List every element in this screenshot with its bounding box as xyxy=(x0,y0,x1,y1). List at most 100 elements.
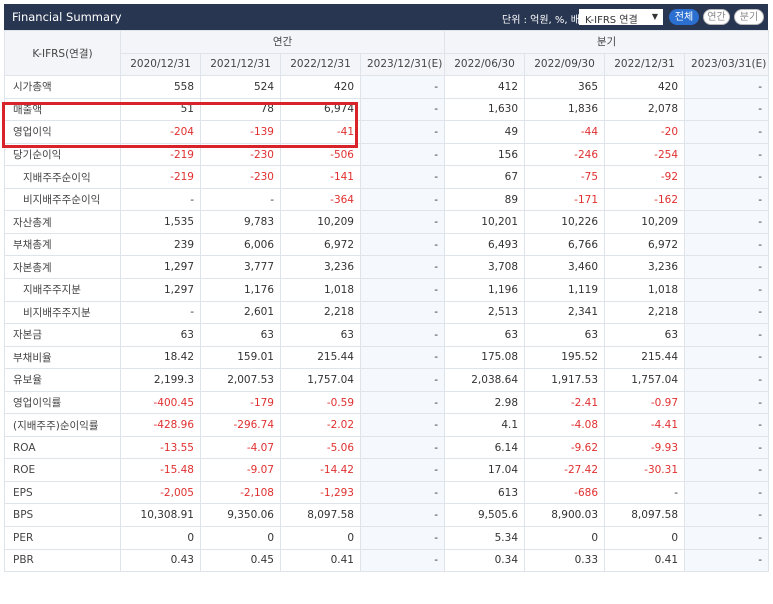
table-cell: 89 xyxy=(444,187,526,212)
panel-title: Financial Summary xyxy=(12,10,122,24)
table-cell: 2,199.3 xyxy=(120,368,201,392)
table-cell: - xyxy=(684,97,770,122)
annual-button[interactable]: 연간 xyxy=(703,9,730,25)
table-cell: -141 xyxy=(280,165,361,189)
table-cell: 195.52 xyxy=(524,345,606,370)
table-cell: 0 xyxy=(524,526,606,550)
table-cell: 8,097.58 xyxy=(604,503,686,528)
period-header: 2022/09/30 xyxy=(524,52,606,77)
table-cell: -179 xyxy=(200,390,281,415)
row-label: ROE xyxy=(4,458,121,482)
table-cell: 0.33 xyxy=(524,548,606,573)
table-cell: 2,078 xyxy=(604,97,686,122)
table-cell: -246 xyxy=(524,142,606,167)
table-cell: 1,297 xyxy=(120,255,201,280)
table-cell: -296.74 xyxy=(200,413,281,437)
table-cell: 10,308.91 xyxy=(120,503,201,528)
table-cell: -13.55 xyxy=(120,435,201,460)
table-cell: -230 xyxy=(200,165,281,189)
table-cell: - xyxy=(684,548,770,573)
quarter-button[interactable]: 분기 xyxy=(734,9,764,25)
financial-summary-table: K-IFRS(연결) 연간 분기 2020/12/31 2021/12/31 202… xyxy=(4,29,770,573)
all-button[interactable]: 전체 xyxy=(669,9,699,25)
table-cell: 9,505.6 xyxy=(444,503,526,528)
table-row: ROE -15.48 -9.07 -14.42-17.04 -27.42 -30.31- xyxy=(4,458,770,482)
period-header: 2023/03/31(E) xyxy=(684,52,770,77)
table-cell: -4.41 xyxy=(604,413,686,437)
table-cell: - xyxy=(684,75,770,99)
table-row: ROA -13.55 -4.07 -5.06-6.14 -9.62 -9.93- xyxy=(4,435,770,460)
table-cell: 1,196 xyxy=(444,278,526,302)
table-cell: - xyxy=(359,345,446,370)
table-cell: 6.14 xyxy=(444,435,526,460)
table-cell: - xyxy=(684,390,770,415)
table-cell: 5.34 xyxy=(444,526,526,550)
table-row: 비지배주주순이익 - - -364-89 -171 -162- xyxy=(4,187,770,212)
table-cell: - xyxy=(359,548,446,573)
table-row: 유보율 2,199.3 2,007.53 1,757.04-2,038.64 1,917… xyxy=(4,368,770,392)
table-cell: 0.41 xyxy=(280,548,361,573)
table-cell: -9.62 xyxy=(524,435,606,460)
table-cell: 9,350.06 xyxy=(200,503,281,528)
table-cell: - xyxy=(359,413,446,437)
group-quarter-header: 분기 xyxy=(444,30,770,54)
table-cell: 18.42 xyxy=(120,345,201,370)
table-cell: - xyxy=(359,278,446,302)
table-row: 자본총계 1,297 3,777 3,236-3,708 3,460 3,236- xyxy=(4,255,770,280)
table-cell: 1,297 xyxy=(120,278,201,302)
table-cell: 3,236 xyxy=(604,255,686,280)
table-row: 지배주주지분 1,297 1,176 1,018-1,196 1,119 1,018- xyxy=(4,278,770,302)
period-header: 2020/12/31 xyxy=(120,52,201,77)
standard-select-value: K-IFRS 연결 xyxy=(585,15,638,26)
table-cell: 0 xyxy=(280,526,361,550)
table-cell: -400.45 xyxy=(120,390,201,415)
table-cell: 51 xyxy=(120,97,201,122)
table-cell: - xyxy=(359,142,446,167)
table-cell: 2.98 xyxy=(444,390,526,415)
corner-label: K-IFRS(연결) xyxy=(4,29,121,77)
standard-select[interactable]: K-IFRS 연결 ▼ xyxy=(579,9,663,26)
table-cell: -75 xyxy=(524,165,606,189)
table-cell: 0.34 xyxy=(444,548,526,573)
table-cell: 3,236 xyxy=(280,255,361,280)
table-cell: 49 xyxy=(444,120,526,144)
table-row: 자산총계 1,535 9,783 10,209-10,201 10,226 10,209- xyxy=(4,210,770,234)
table-cell: - xyxy=(684,142,770,167)
row-label: 시가총액 xyxy=(4,75,121,99)
table-row: 시가총액 558 524 420-412 365 420- xyxy=(4,75,770,99)
table-cell: - xyxy=(120,300,201,325)
table-cell: 420 xyxy=(604,75,686,99)
table-cell: 1,757.04 xyxy=(280,368,361,392)
table-cell: - xyxy=(359,458,446,482)
row-label: BPS xyxy=(4,503,121,528)
table-cell: - xyxy=(359,210,446,234)
table-cell: -44 xyxy=(524,120,606,144)
row-label: 자산총계 xyxy=(4,210,121,234)
table-cell: -20 xyxy=(604,120,686,144)
period-header: 2023/12/31(E) xyxy=(359,52,446,77)
table-cell: 63 xyxy=(280,323,361,347)
table-cell: - xyxy=(359,232,446,257)
table-cell: - xyxy=(684,345,770,370)
table-cell: - xyxy=(684,503,770,528)
table-cell: 2,007.53 xyxy=(200,368,281,392)
row-label: 부채비율 xyxy=(4,345,121,370)
table-cell: - xyxy=(684,120,770,144)
table-cell: 6,006 xyxy=(200,232,281,257)
table-cell: -9.93 xyxy=(604,435,686,460)
table-row: 부채비율 18.42 159.01 215.44-175.08 195.52 215.44… xyxy=(4,345,770,370)
table-cell: 63 xyxy=(524,323,606,347)
table-cell: - xyxy=(684,323,770,347)
table-cell: 215.44 xyxy=(604,345,686,370)
table-cell: 10,226 xyxy=(524,210,606,234)
table-cell: -15.48 xyxy=(120,458,201,482)
table-cell: - xyxy=(359,368,446,392)
table-cell: 6,766 xyxy=(524,232,606,257)
row-label: 지배주주지분 xyxy=(4,278,121,302)
table-cell: -162 xyxy=(604,187,686,212)
row-label: 영업이익률 xyxy=(4,390,121,415)
table-row: 비지배주주지분 -2,601 2,218-2,513 2,341 2,218- xyxy=(4,300,770,325)
table-row: 지배주주순이익 -219 -230 -141-67 -75 -92- xyxy=(4,165,770,189)
row-label: 비지배주주지분 xyxy=(4,300,121,325)
table-cell: -2.02 xyxy=(280,413,361,437)
